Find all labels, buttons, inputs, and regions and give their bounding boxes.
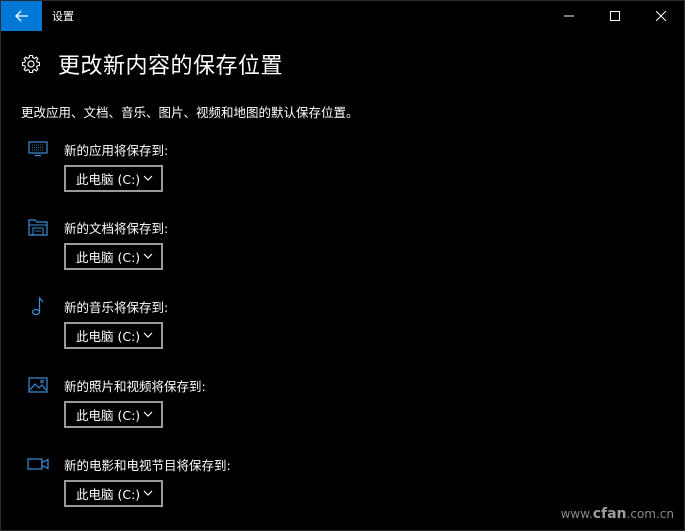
window-controls xyxy=(546,1,684,31)
minimize-icon xyxy=(564,15,574,17)
section-music: 新的音乐将保存到: 此电脑 (C:) xyxy=(27,296,327,349)
watermark-prefix: www. xyxy=(560,507,593,521)
apps-location-dropdown[interactable]: 此电脑 (C:) xyxy=(64,165,163,192)
section-movies-label: 新的电影和电视节目将保存到: xyxy=(64,457,231,473)
section-apps: 新的应用将保存到: 此电脑 (C:) xyxy=(27,139,327,192)
movies-location-dropdown[interactable]: 此电脑 (C:) xyxy=(64,480,163,507)
back-button[interactable] xyxy=(1,1,42,31)
video-camera-icon xyxy=(27,454,49,474)
close-button[interactable] xyxy=(638,1,684,31)
gear-icon xyxy=(21,54,41,74)
documents-location-value: 此电脑 (C:) xyxy=(76,250,141,265)
monitor-icon xyxy=(27,139,49,159)
title-bar: 设置 xyxy=(1,1,684,31)
section-pictures-label: 新的照片和视频将保存到: xyxy=(64,378,206,394)
watermark-suffix: .com.cn xyxy=(626,507,674,521)
maximize-button[interactable] xyxy=(592,1,638,31)
page-header: 更改新内容的保存位置 xyxy=(21,48,283,80)
pictures-location-dropdown[interactable]: 此电脑 (C:) xyxy=(64,401,163,428)
music-note-icon xyxy=(27,296,49,316)
section-pictures: 新的照片和视频将保存到: 此电脑 (C:) xyxy=(27,375,327,428)
close-icon xyxy=(656,11,666,21)
watermark-brand: cfan xyxy=(592,506,627,522)
music-location-dropdown[interactable]: 此电脑 (C:) xyxy=(64,322,163,349)
section-documents-label: 新的文档将保存到: xyxy=(64,220,169,236)
section-documents: 新的文档将保存到: 此电脑 (C:) xyxy=(27,217,327,270)
section-apps-label: 新的应用将保存到: xyxy=(64,142,169,158)
movies-location-value: 此电脑 (C:) xyxy=(76,487,141,502)
pictures-location-value: 此电脑 (C:) xyxy=(76,408,141,423)
chevron-down-icon xyxy=(143,490,153,496)
page-description: 更改应用、文档、音乐、图片、视频和地图的默认保存位置。 xyxy=(21,105,359,120)
page-title: 更改新内容的保存位置 xyxy=(58,54,284,79)
back-arrow-icon xyxy=(14,10,28,22)
watermark: www.cfan.com.cn xyxy=(561,506,674,522)
settings-window: 设置 更改新内容的保存位置 更改应用、文档、音乐、图片、视频和地图的默认保存位置… xyxy=(0,0,685,531)
maximize-icon xyxy=(610,11,620,21)
chevron-down-icon xyxy=(143,253,153,259)
section-music-label: 新的音乐将保存到: xyxy=(64,299,169,315)
music-location-value: 此电脑 (C:) xyxy=(76,329,141,344)
section-movies: 新的电影和电视节目将保存到: 此电脑 (C:) xyxy=(27,454,327,507)
chevron-down-icon xyxy=(143,175,153,181)
picture-icon xyxy=(27,375,49,395)
chevron-down-icon xyxy=(143,411,153,417)
folder-icon xyxy=(27,217,49,237)
minimize-button[interactable] xyxy=(546,1,592,31)
window-title: 设置 xyxy=(52,10,74,23)
documents-location-dropdown[interactable]: 此电脑 (C:) xyxy=(64,243,163,270)
apps-location-value: 此电脑 (C:) xyxy=(76,172,141,187)
chevron-down-icon xyxy=(143,332,153,338)
